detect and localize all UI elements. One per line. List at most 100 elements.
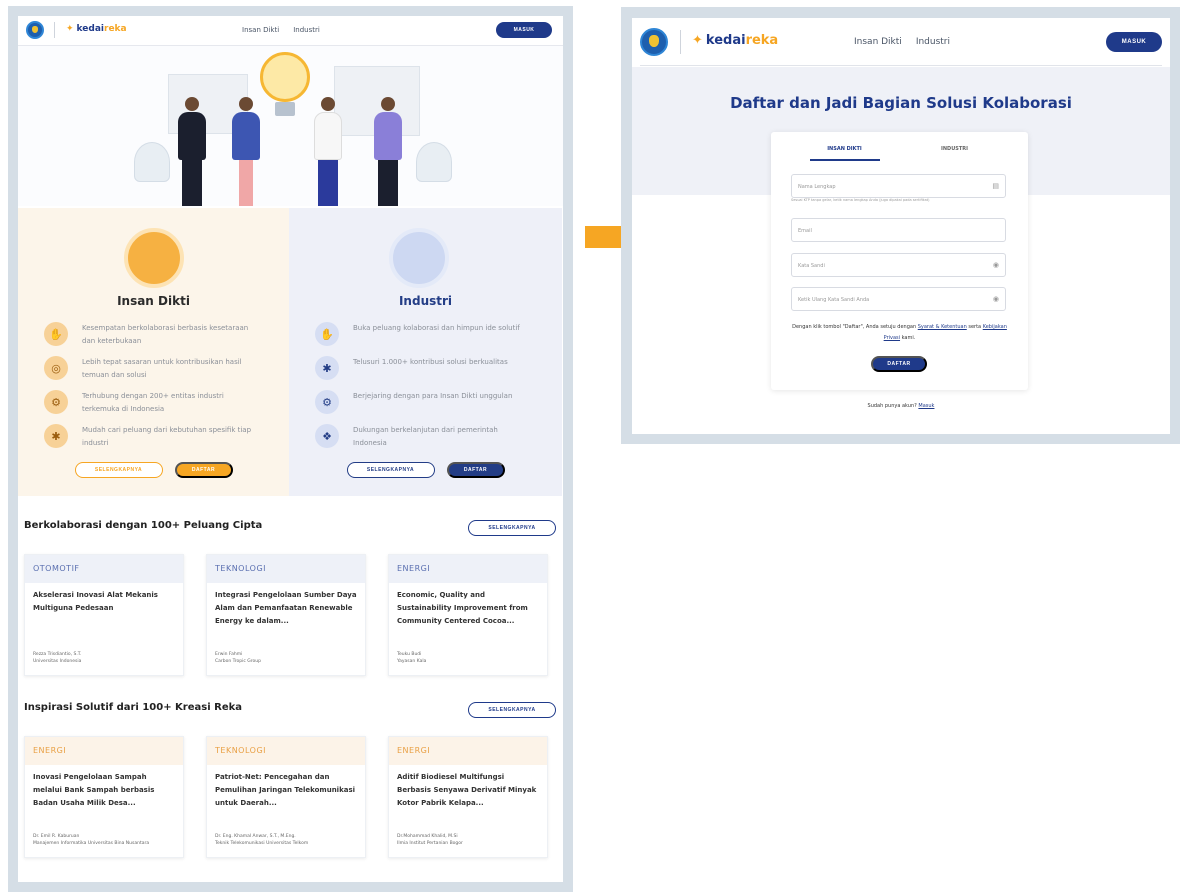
card-author-name: Rezza Trisdiantio, S.T. [33,652,82,657]
person-illustration [314,97,342,206]
kreasi-card[interactable]: TEKNOLOGI Patriot-Net: Pencegahan dan Pe… [206,736,366,858]
kreasi-reka-more-button[interactable]: SELENGKAPNYA [468,702,556,718]
login-button[interactable]: MASUK [496,22,552,38]
nav-link-insan-dikti[interactable]: Insan Dikti [854,37,902,47]
card-category: ENERGI [389,737,547,765]
industri-feature-text: Dukungan berkelanjutan dari pemerintah I… [353,426,498,447]
industri-feature: ⚙ Berjejaring dengan para Insan Dikti un… [315,390,533,414]
login-button[interactable]: MASUK [1106,32,1162,52]
login-prompt: Sudah punya akun? Masuk [632,403,1170,409]
dikti-feature: ◎ Lebih tepat sasaran untuk kontribusika… [44,356,262,382]
card-author: Erwin Fahmi Carbon Tropic Group [207,639,365,665]
card-title: Aditif Biodiesel Multifungsi Berbasis Se… [397,773,537,807]
nav-link-industri[interactable]: Industri [293,26,320,34]
card-category: OTOMOTIF [25,555,183,583]
brand-star-icon: ✦ [692,33,703,48]
kreasi-card[interactable]: ENERGI Aditif Biodiesel Multifungsi Berb… [388,736,548,858]
landing-page-screen: ✦ kedaireka Insan Dikti Industri MASUK [18,16,563,882]
registration-page-screen: ✦ kedai reka Insan Dikti Industri MASUK D… [632,18,1170,434]
lightbulb-icon: ✱ [44,424,68,448]
peluang-card[interactable]: TEKNOLOGI Integrasi Pengelolaan Sumber D… [206,554,366,676]
registration-tabs: INSAN DIKTI INDUSTRI [771,146,1028,161]
industri-feature: ✱ Telusuri 1.000+ kontribusi solusi berk… [315,356,533,380]
brand-logo[interactable]: ✦ kedai reka [66,24,127,34]
email-field[interactable]: Email [791,218,1006,242]
card-author: Dr. Eng. Khamal Anwar, S.T., M.Eng. Tekn… [207,821,365,847]
peluang-card[interactable]: OTOMOTIF Akselerasi Inovasi Alat Mekanis… [24,554,184,676]
section-title-peluang-cipta: Berkolaborasi dengan 100+ Peluang Cipta [24,520,263,531]
tab-industri[interactable]: INDUSTRI [920,146,990,161]
card-author: Teuku Budi Yayasan Kala [389,639,547,665]
dikti-feature: ✋ Kesempatan berkolaborasi berbasis kese… [44,322,262,348]
password-field[interactable]: Kata Sandi ◉ [791,253,1006,277]
nav-links: Insan Dikti Industri [854,37,950,47]
target-icon: ◎ [44,356,68,380]
card-author: Dr. Emil R. Kaburuan Manajemen Informati… [25,821,183,847]
nav-link-insan-dikti[interactable]: Insan Dikti [242,26,279,34]
card-author: Dr.Mohammad Khalid, M.Si Ilmia Institut … [389,821,547,847]
card-author-name: Dr. Eng. Khamal Anwar, S.T., M.Eng. [215,834,296,839]
insan-dikti-title: Insan Dikti [117,294,190,308]
registration-title: Daftar dan Jadi Bagian Solusi Kolaborasi [730,94,1072,112]
lightbulb-icon: ✱ [315,356,339,380]
card-category: ENERGI [389,555,547,583]
password-confirm-field[interactable]: Ketik Ulang Kata Sandi Anda ◉ [791,287,1006,311]
email-placeholder: Email [798,228,812,234]
registration-page-frame: ✦ kedai reka Insan Dikti Industri MASUK D… [621,7,1180,444]
dikti-feature-text: Lebih tepat sasaran untuk kontribusikan … [82,358,242,379]
dikti-feature: ✱ Mudah cari peluang dari kebutuhan spes… [44,424,262,450]
industri-emblem-icon [389,228,449,288]
handshake-icon: ✋ [44,322,68,346]
lightbulb-base [275,102,295,116]
card-author-org: Carbon Tropic Group [215,659,261,664]
terms-link[interactable]: Syarat & Ketentuan [918,324,967,330]
brand-star-icon: ✦ [66,24,74,34]
brand-prefix: kedai [76,24,104,34]
card-category: TEKNOLOGI [207,737,365,765]
person-illustration [232,97,260,206]
industri-feature: ❖ Dukungan berkelanjutan dari pemerintah… [315,424,533,450]
card-author-org: Teknik Telekomunikasi Universitas Telkom [215,841,309,846]
brand-prefix: kedai [705,33,746,48]
card-title: Akselerasi Inovasi Alat Mekanis Multigun… [33,591,158,612]
login-prompt-text: Sudah punya akun? [867,403,917,409]
card-author-name: Dr. Emil R. Kaburuan [33,834,80,839]
registration-form-card: INSAN DIKTI INDUSTRI Nama Lengkap ▤ Sesu… [771,132,1028,390]
nav-links: Insan Dikti Industri [242,26,320,34]
tab-insan-dikti[interactable]: INSAN DIKTI [809,146,880,161]
insan-dikti-emblem-icon [124,228,184,288]
eye-icon[interactable]: ◉ [993,261,999,269]
full-name-field[interactable]: Nama Lengkap ▤ [791,174,1006,198]
industri-more-button[interactable]: SELENGKAPNYA [346,462,435,478]
card-author-name: Dr.Mohammad Khalid, M.Si [397,834,458,839]
eye-icon[interactable]: ◉ [993,295,999,303]
person-illustration [178,97,206,206]
dikti-feature-text: Mudah cari peluang dari kebutuhan spesif… [82,426,252,447]
id-card-icon: ▤ [992,182,999,190]
card-author-name: Teuku Budi [397,652,422,657]
network-icon: ⚙ [44,390,68,414]
peluang-cipta-more-button[interactable]: SELENGKAPNYA [468,520,556,536]
hero-illustration [18,46,563,206]
industri-feature-text: Buka peluang kolaborasi dan himpun ide s… [353,324,520,332]
dikti-more-button[interactable]: SELENGKAPNYA [74,462,163,478]
brand-suffix: reka [104,24,127,34]
full-name-hint: Sesuai KTP tanpa gelar, ketik nama lengk… [791,198,930,202]
industri-panel: Industri ✋ Buka peluang kolaborasi dan h… [289,208,562,496]
nav-link-industri[interactable]: Industri [916,37,950,47]
peluang-card[interactable]: ENERGI Economic, Quality and Sustainabil… [388,554,548,676]
industri-register-button[interactable]: DAFTAR [446,462,505,478]
terms-text: Dengan klik tombol "Daftar", Anda setuju… [791,322,1008,344]
login-link[interactable]: Masuk [918,403,934,409]
register-submit-button[interactable]: DAFTAR [871,356,927,372]
kreasi-card[interactable]: ENERGI Inovasi Pengelolaan Sampah melalu… [24,736,184,858]
dikti-register-button[interactable]: DAFTAR [174,462,233,478]
card-title: Integrasi Pengelolaan Sumber Daya Alam d… [215,591,357,625]
card-title: Patriot-Net: Pencegahan dan Pemulihan Ja… [215,773,356,807]
brand-logo[interactable]: ✦ kedai reka [692,33,778,48]
dikti-feature-text: Kesempatan berkolaborasi berbasis keseta… [82,324,249,345]
nav-separator [54,22,55,38]
dikti-feature: ⚙ Terhubung dengan 200+ entitas industri… [44,390,262,416]
brand-suffix: reka [745,33,779,48]
section-title-kreasi-reka: Inspirasi Solutif dari 100+ Kreasi Reka [24,702,243,713]
